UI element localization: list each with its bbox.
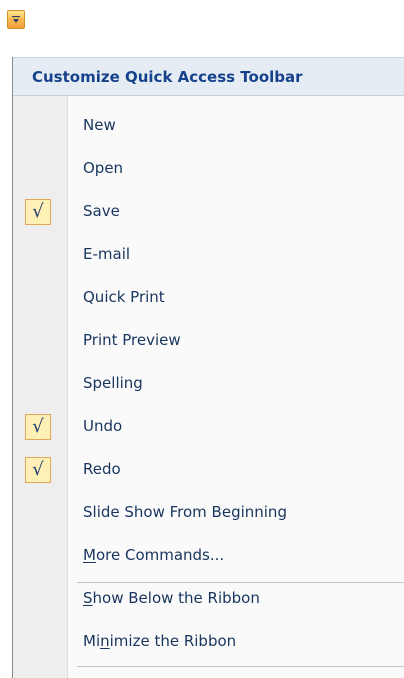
label-text: Mi <box>83 632 101 650</box>
label-text: how Below the Ribbon <box>92 589 260 607</box>
label-text: imize the Ribbon <box>109 632 237 650</box>
menu-header: Customize Quick Access Toolbar <box>13 57 404 96</box>
menu-item-email[interactable]: E-mail <box>13 238 404 271</box>
menu-item-label-new: New <box>83 116 116 134</box>
menu-item-label-show-below-ribbon: Show Below the Ribbon <box>83 591 260 606</box>
customize-quick-access-menu: Customize Quick Access Toolbar New Open … <box>12 57 404 678</box>
menu-item-label-save: Save <box>83 202 120 220</box>
menu-item-label-more-commands: More Commands... <box>83 548 224 563</box>
menu-item-minimize-ribbon[interactable]: Minimize the Ribbon <box>13 625 404 658</box>
menu-item-save[interactable]: √ Save <box>13 195 404 228</box>
checkmark-icon: √ <box>25 199 51 225</box>
menu-item-label-print-preview: Print Preview <box>83 331 181 349</box>
menu-item-label-spelling: Spelling <box>83 374 143 392</box>
menu-item-label-open: Open <box>83 159 124 177</box>
menu-item-quick-print[interactable]: Quick Print <box>13 281 404 314</box>
customize-quick-access-toolbar-screen: Customize Quick Access Toolbar New Open … <box>0 0 404 678</box>
chevron-down-icon <box>11 15 21 25</box>
menu-title: Customize Quick Access Toolbar <box>32 67 303 86</box>
accelerator-key: S <box>83 589 93 607</box>
label-text: ore Commands... <box>95 546 225 564</box>
accelerator-key: n <box>100 632 110 650</box>
menu-item-label-quick-print: Quick Print <box>83 288 165 306</box>
menu-item-new[interactable]: New <box>13 109 404 142</box>
menu-item-label-minimize-ribbon: Minimize the Ribbon <box>83 634 236 649</box>
checkmark-icon: √ <box>25 457 51 483</box>
menu-item-undo[interactable]: √ Undo <box>13 410 404 443</box>
menu-item-slide-show-from-beginning[interactable]: Slide Show From Beginning <box>13 496 404 529</box>
accelerator-key: M <box>83 546 96 564</box>
menu-item-more-commands[interactable]: More Commands... <box>13 539 404 572</box>
customize-quick-access-dropdown-button[interactable] <box>7 10 25 29</box>
menu-item-label-redo: Redo <box>83 460 121 478</box>
checkmark-icon: √ <box>25 414 51 440</box>
menu-item-redo[interactable]: √ Redo <box>13 453 404 486</box>
menu-item-label-email: E-mail <box>83 245 131 263</box>
menu-item-show-below-ribbon[interactable]: Show Below the Ribbon <box>13 582 404 615</box>
menu-item-spelling[interactable]: Spelling <box>13 367 404 400</box>
menu-separator <box>77 666 404 667</box>
menu-item-open[interactable]: Open <box>13 152 404 185</box>
menu-item-print-preview[interactable]: Print Preview <box>13 324 404 357</box>
menu-item-label-undo: Undo <box>83 417 123 435</box>
menu-item-label-slide-show-from-beginning: Slide Show From Beginning <box>83 503 287 521</box>
